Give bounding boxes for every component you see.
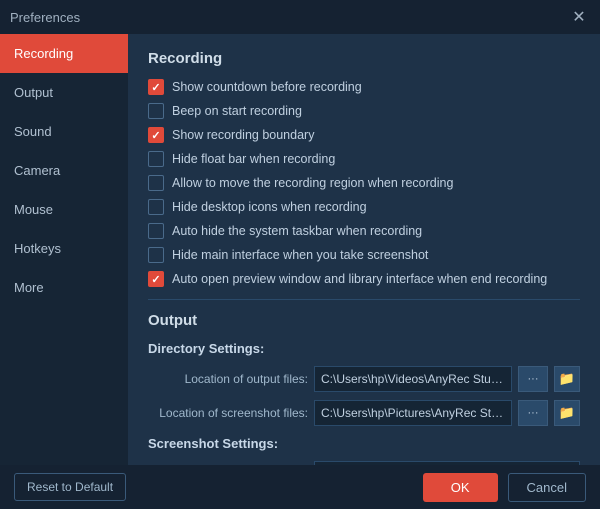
checkbox-label-auto-open: Auto open preview window and library int… bbox=[172, 272, 547, 286]
checkbox-beep[interactable] bbox=[148, 103, 164, 119]
sidebar-item-hotkeys[interactable]: Hotkeys bbox=[0, 229, 128, 268]
screenshot-files-folder-button[interactable]: 📁 bbox=[554, 400, 580, 426]
checkbox-main-interface[interactable] bbox=[148, 247, 164, 263]
checkbox-label-beep: Beep on start recording bbox=[172, 104, 302, 118]
output-files-row: Location of output files: ··· 📁 bbox=[148, 366, 580, 392]
window-title: Preferences bbox=[10, 10, 80, 25]
section-divider-1 bbox=[148, 299, 580, 300]
sidebar-item-sound[interactable]: Sound bbox=[0, 112, 128, 151]
sidebar-item-output[interactable]: Output bbox=[0, 73, 128, 112]
checkbox-label-countdown: Show countdown before recording bbox=[172, 80, 362, 94]
checkbox-countdown[interactable] bbox=[148, 79, 164, 95]
output-files-dots-button[interactable]: ··· bbox=[518, 366, 548, 392]
checkbox-label-boundary: Show recording boundary bbox=[172, 128, 314, 142]
checkbox-label-main-interface: Hide main interface when you take screen… bbox=[172, 248, 428, 262]
action-buttons: OK Cancel bbox=[423, 473, 586, 502]
screenshot-files-dots-button[interactable]: ··· bbox=[518, 400, 548, 426]
checkbox-label-move-region: Allow to move the recording region when … bbox=[172, 176, 453, 190]
output-files-label: Location of output files: bbox=[148, 372, 308, 386]
screenshot-files-row: Location of screenshot files: ··· 📁 bbox=[148, 400, 580, 426]
checkbox-row-move-region: Allow to move the recording region when … bbox=[148, 175, 580, 191]
recording-section-title: Recording bbox=[148, 50, 580, 67]
bottom-bar: Reset to Default OK Cancel bbox=[0, 465, 600, 509]
checkbox-row-main-interface: Hide main interface when you take screen… bbox=[148, 247, 580, 263]
output-section-title: Output bbox=[148, 312, 580, 329]
checkbox-row-beep: Beep on start recording bbox=[148, 103, 580, 119]
output-files-input[interactable] bbox=[314, 366, 512, 392]
checkbox-row-auto-open: Auto open preview window and library int… bbox=[148, 271, 580, 287]
close-button[interactable]: ✕ bbox=[568, 6, 590, 28]
sidebar-item-recording[interactable]: Recording bbox=[0, 34, 128, 73]
main-layout: Recording Output Sound Camera Mouse Hotk… bbox=[0, 34, 600, 465]
checkbox-desktop-icons[interactable] bbox=[148, 199, 164, 215]
checkbox-label-floatbar: Hide float bar when recording bbox=[172, 152, 335, 166]
sidebar-item-camera[interactable]: Camera bbox=[0, 151, 128, 190]
checkbox-row-boundary: Show recording boundary bbox=[148, 127, 580, 143]
sidebar: Recording Output Sound Camera Mouse Hotk… bbox=[0, 34, 128, 465]
checkbox-label-desktop-icons: Hide desktop icons when recording bbox=[172, 200, 367, 214]
cancel-button[interactable]: Cancel bbox=[508, 473, 586, 502]
checkbox-auto-open[interactable] bbox=[148, 271, 164, 287]
checkbox-row-countdown: Show countdown before recording bbox=[148, 79, 580, 95]
ok-button[interactable]: OK bbox=[423, 473, 498, 502]
sidebar-item-mouse[interactable]: Mouse bbox=[0, 190, 128, 229]
checkbox-row-desktop-icons: Hide desktop icons when recording bbox=[148, 199, 580, 215]
screenshot-files-input[interactable] bbox=[314, 400, 512, 426]
screenshot-settings-title: Screenshot Settings: bbox=[148, 436, 580, 451]
checkbox-row-floatbar: Hide float bar when recording bbox=[148, 151, 580, 167]
checkbox-move-region[interactable] bbox=[148, 175, 164, 191]
title-bar: Preferences ✕ bbox=[0, 0, 600, 34]
screenshot-files-label: Location of screenshot files: bbox=[148, 406, 308, 420]
reset-to-default-button[interactable]: Reset to Default bbox=[14, 473, 126, 501]
content-area: Recording Show countdown before recordin… bbox=[128, 34, 600, 465]
checkbox-boundary[interactable] bbox=[148, 127, 164, 143]
checkbox-label-taskbar: Auto hide the system taskbar when record… bbox=[172, 224, 422, 238]
checkbox-row-taskbar: Auto hide the system taskbar when record… bbox=[148, 223, 580, 239]
checkbox-floatbar[interactable] bbox=[148, 151, 164, 167]
directory-settings-title: Directory Settings: bbox=[148, 341, 580, 356]
sidebar-item-more[interactable]: More bbox=[0, 268, 128, 307]
checkbox-taskbar[interactable] bbox=[148, 223, 164, 239]
output-files-folder-button[interactable]: 📁 bbox=[554, 366, 580, 392]
